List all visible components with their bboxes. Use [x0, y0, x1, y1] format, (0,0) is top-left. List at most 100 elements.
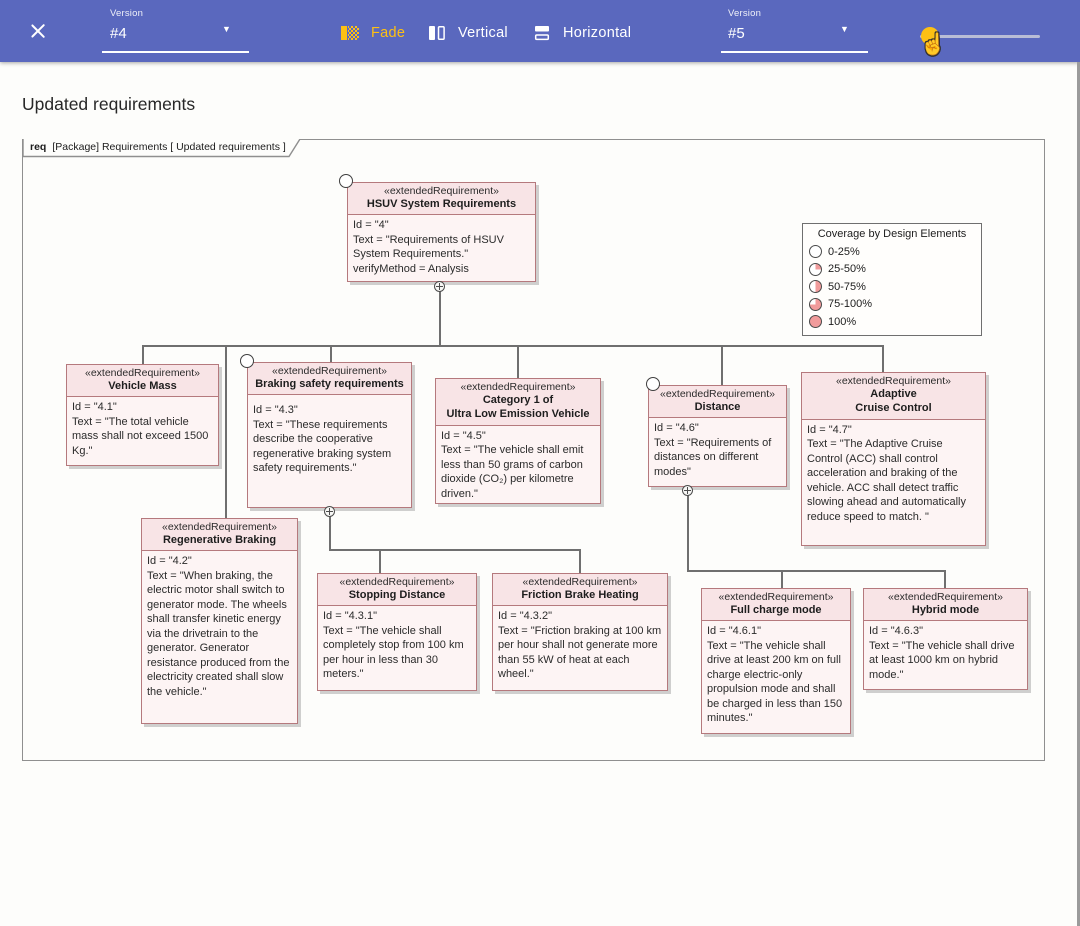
req-node-stopping-distance[interactable]: «extendedRequirement» Stopping Distance …: [317, 573, 477, 691]
frame-keyword: req: [30, 141, 47, 153]
stereotype: «extendedRequirement»: [888, 591, 1003, 603]
pie-25-50-icon: [809, 262, 822, 276]
connector-line: [142, 345, 144, 364]
req-node-category-1-ultra-low-emission[interactable]: «extendedRequirement» Category 1 of Ultr…: [435, 378, 601, 504]
coverage-indicator-0-25: [646, 377, 660, 391]
fade-icon: [341, 26, 359, 40]
connector-line: [687, 570, 945, 572]
vertical-split-icon: [429, 26, 445, 41]
stereotype: «extendedRequirement»: [339, 576, 455, 588]
fade-label: Fade: [371, 25, 406, 41]
req-node-vehicle-mass[interactable]: «extendedRequirement» Vehicle Mass Id = …: [66, 364, 219, 466]
connector-line: [142, 345, 883, 347]
attr-line: Text = "The Adaptive Cruise Control (ACC…: [807, 438, 966, 523]
coverage-indicator-0-25: [339, 174, 353, 188]
diagram-frame-tab: req [Package] Requirements [ Updated requ…: [22, 138, 304, 158]
node-title: Adaptive Cruise Control: [855, 388, 932, 415]
connector-line: [330, 345, 332, 363]
pie-75-100-icon: [809, 297, 822, 311]
attr-line: Id = "4.7": [807, 423, 852, 436]
containment-icon: [434, 281, 445, 292]
attr-line: Text = "Requirements of distances on dif…: [654, 436, 772, 478]
req-node-hybrid-mode[interactable]: «extendedRequirement» Hybrid mode Id = "…: [863, 588, 1028, 690]
attr-line: Text = "When braking, the electric motor…: [147, 569, 290, 698]
connector-line: [439, 287, 441, 345]
attr-line: Text = "These requirements describe the …: [253, 418, 392, 475]
node-title: Braking safety requirements: [255, 378, 404, 390]
req-node-regenerative-braking[interactable]: «extendedRequirement» Regenerative Braki…: [141, 518, 298, 724]
node-title: Regenerative Braking: [162, 534, 277, 546]
version-right-underline: [721, 51, 868, 53]
attr-line: Id = "4.3": [253, 404, 298, 417]
node-title: Vehicle Mass: [108, 380, 177, 392]
attr-line: Id = "4.6": [654, 422, 699, 435]
stereotype: «extendedRequirement»: [460, 381, 576, 393]
node-title: Distance: [694, 401, 741, 413]
connector-line: [944, 570, 946, 589]
req-node-friction-brake-heating[interactable]: «extendedRequirement» Friction Brake Hea…: [492, 573, 668, 691]
req-node-distance[interactable]: «extendedRequirement» Distance Id = "4.6…: [648, 385, 787, 487]
attr-line: Id = "4.5": [441, 429, 486, 442]
node-title: Hybrid mode: [911, 604, 980, 616]
node-title: Friction Brake Heating: [521, 589, 639, 601]
req-node-adaptive-cruise-control[interactable]: «extendedRequirement» Adaptive Cruise Co…: [801, 372, 986, 546]
stereotype: «extendedRequirement»: [85, 367, 200, 379]
attr-line: Id = "4": [353, 219, 389, 232]
horizontal-split-icon: [534, 26, 550, 41]
pie-0-25-icon: [809, 245, 822, 259]
node-title: Stopping Distance: [348, 589, 446, 601]
connector-line: [721, 345, 723, 386]
legend-title: Coverage by Design Elements: [817, 228, 967, 240]
frame-header-text: [Package] Requirements [ Updated require…: [52, 141, 286, 153]
stereotype: «extendedRequirement»: [718, 591, 834, 603]
node-title: Full charge mode: [730, 604, 822, 616]
vertical-mode-button[interactable]: Vertical: [428, 20, 508, 46]
compare-toolbar: Version #4 ▼ Fade Vertical Horizontal Ve…: [0, 0, 1080, 62]
attr-line: Text = "The total vehicle mass shall not…: [72, 415, 209, 457]
version-left-value: #4: [110, 25, 127, 42]
attr-line: Id = "4.2": [147, 555, 192, 568]
version-left-dropdown[interactable]: Version #4: [110, 8, 143, 54]
coverage-indicator-0-25: [240, 354, 254, 368]
stereotype: «extendedRequirement»: [162, 521, 277, 533]
stereotype: «extendedRequirement»: [272, 365, 387, 377]
attr-line: Text = "Requirements of HSUV System Requ…: [353, 233, 504, 261]
fade-mode-button[interactable]: Fade: [341, 20, 405, 46]
connector-line: [225, 345, 227, 519]
version-right-value: #5: [728, 25, 745, 42]
close-icon[interactable]: [28, 21, 48, 41]
connector-line: [517, 345, 519, 379]
attr-line: Id = "4.3.2": [498, 610, 552, 623]
connector-line: [687, 490, 689, 571]
req-node-braking-safety-requirements[interactable]: «extendedRequirement» Braking safety req…: [247, 362, 412, 508]
version-left-underline: [102, 51, 249, 53]
version-left-label: Version: [110, 8, 144, 19]
req-node-hsuv-system-requirements[interactable]: «extendedRequirement» HSUV System Requir…: [347, 182, 536, 282]
connector-line: [329, 549, 580, 551]
node-title: Category 1 of Ultra Low Emission Vehicle: [446, 394, 590, 421]
horizontal-label: Horizontal: [563, 25, 632, 41]
legend-item: 25-50%: [809, 261, 975, 279]
containment-icon: [682, 485, 693, 496]
attr-line: Id = "4.6.3": [869, 625, 923, 638]
containment-icon: [324, 506, 335, 517]
req-node-full-charge-mode[interactable]: «extendedRequirement» Full charge mode I…: [701, 588, 851, 734]
legend-item: 50-75%: [809, 278, 975, 296]
attr-line: Text = "The vehicle shall drive at least…: [869, 639, 1015, 681]
connector-line: [781, 570, 783, 589]
horizontal-mode-button[interactable]: Horizontal: [533, 20, 631, 46]
attr-line: Text = "The vehicle shall completely sto…: [323, 624, 464, 681]
legend-item: 0-25%: [809, 243, 975, 261]
legend-item: 75-100%: [809, 296, 975, 314]
version-right-dropdown[interactable]: Version #5: [728, 8, 761, 54]
chevron-down-icon[interactable]: ▼: [840, 24, 849, 34]
attr-line: Text = "The vehicle shall drive at least…: [707, 639, 843, 725]
connector-line: [579, 549, 581, 574]
app-window: Version #4 ▼ Fade Vertical Horizontal Ve…: [0, 0, 1080, 926]
chevron-down-icon[interactable]: ▼: [222, 24, 231, 34]
attr-line: Text = "The vehicle shall emit less than…: [441, 444, 584, 500]
node-title: HSUV System Requirements: [366, 198, 517, 210]
vertical-label: Vertical: [458, 25, 508, 41]
attr-line: Id = "4.1": [72, 401, 117, 414]
coverage-legend: Coverage by Design Elements 0-25% 25-50%…: [802, 223, 982, 336]
